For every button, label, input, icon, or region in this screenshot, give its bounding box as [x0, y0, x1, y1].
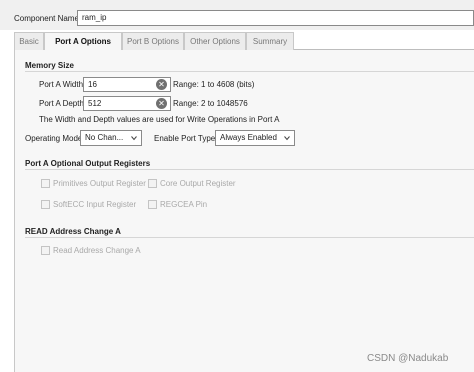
component-name-label: Component Name — [14, 14, 79, 23]
port-a-depth-label: Port A Depth — [39, 99, 84, 108]
tab-summary[interactable]: Summary — [246, 32, 294, 50]
component-name-bar: Component Name ram_ip — [0, 0, 474, 30]
watermark: CSDN @Nadukab — [367, 353, 449, 364]
port-a-depth-range: Range: 2 to 1048576 — [173, 99, 248, 108]
tab-bar: Basic Port A Options Port B Options Othe… — [14, 32, 474, 51]
tab-basic[interactable]: Basic — [14, 32, 44, 50]
memory-size-title: Memory Size — [25, 61, 74, 70]
softecc-input-register-checkbox[interactable] — [41, 200, 50, 209]
operating-mode-select[interactable]: No Chan... — [80, 130, 142, 146]
regcea-pin-checkbox[interactable] — [148, 200, 157, 209]
chevron-down-icon — [131, 136, 137, 141]
width-depth-note: The Width and Depth values are used for … — [39, 115, 280, 124]
operating-mode-value: No Chan... — [85, 133, 124, 142]
port-a-options-panel: Memory Size Port A Width 16 ✕ Range: 1 t… — [14, 50, 474, 372]
chevron-down-icon — [284, 136, 290, 141]
component-name-input[interactable]: ram_ip — [77, 10, 474, 26]
enable-port-type-label: Enable Port Type — [154, 134, 216, 143]
port-a-width-label: Port A Width — [39, 80, 84, 89]
primitives-output-register-checkbox[interactable] — [41, 179, 50, 188]
clear-width-icon[interactable]: ✕ — [156, 79, 167, 90]
enable-port-type-value: Always Enabled — [220, 133, 277, 142]
core-output-register-checkbox[interactable] — [148, 179, 157, 188]
core-output-register-label: Core Output Register — [160, 179, 236, 188]
output-registers-title: Port A Optional Output Registers — [25, 159, 151, 168]
tab-other-options[interactable]: Other Options — [184, 32, 246, 50]
clear-depth-icon[interactable]: ✕ — [156, 98, 167, 109]
address-change-divider — [25, 237, 474, 238]
operating-mode-label: Operating Mode — [25, 134, 83, 143]
tab-port-b-options[interactable]: Port B Options — [122, 32, 184, 50]
output-registers-divider — [25, 169, 474, 170]
regcea-pin-label: REGCEA Pin — [160, 200, 208, 209]
memory-size-divider — [25, 71, 474, 72]
tab-port-a-options[interactable]: Port A Options — [44, 32, 122, 51]
address-change-title: READ Address Change A — [25, 227, 121, 236]
read-address-change-label: Read Address Change A — [53, 246, 141, 255]
enable-port-type-select[interactable]: Always Enabled — [215, 130, 295, 146]
softecc-input-register-label: SoftECC Input Register — [53, 200, 137, 209]
primitives-output-register-label: Primitives Output Register — [53, 179, 146, 188]
port-a-width-range: Range: 1 to 4608 (bits) — [173, 80, 255, 89]
read-address-change-checkbox[interactable] — [41, 246, 50, 255]
